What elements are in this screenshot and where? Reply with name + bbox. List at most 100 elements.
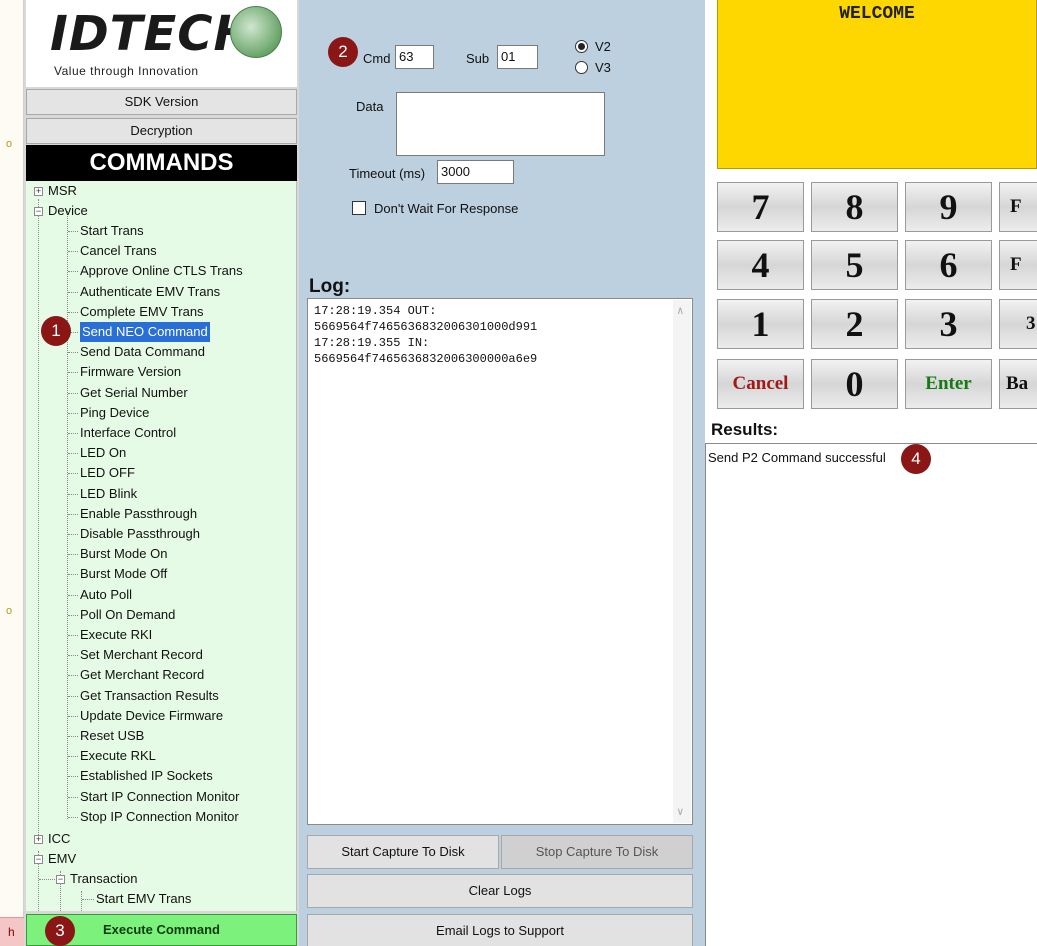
tree-item-led-on[interactable]: LED On xyxy=(80,443,126,463)
sub-input[interactable]: 01 xyxy=(497,45,538,69)
key-8[interactable]: 8 xyxy=(811,182,898,232)
expand-plus-icon[interactable]: + xyxy=(34,835,43,844)
tree-item-get-transaction-results[interactable]: Get Transaction Results xyxy=(80,686,219,706)
tree-item-transaction[interactable]: Transaction xyxy=(70,869,137,889)
data-textarea[interactable] xyxy=(396,92,605,156)
tree-item-poll-on-demand[interactable]: Poll On Demand xyxy=(80,605,175,625)
edge-tab-label: h xyxy=(8,925,15,939)
tree-item-send-neo-command[interactable]: Send NEO Command xyxy=(80,322,210,342)
tree-item-set-merchant-record[interactable]: Set Merchant Record xyxy=(80,645,203,665)
tree-connector xyxy=(68,776,78,778)
tree-item-established-ip-sockets[interactable]: Established IP Sockets xyxy=(80,766,213,786)
tree-item-disable-passthrough[interactable]: Disable Passthrough xyxy=(80,524,200,544)
tree-item-enable-passthrough[interactable]: Enable Passthrough xyxy=(80,504,197,524)
edge-tab[interactable]: h xyxy=(0,917,24,946)
tree-item-burst-mode-off[interactable]: Burst Mode Off xyxy=(80,564,167,584)
timeout-input[interactable]: 3000 xyxy=(437,160,514,184)
tree-connector xyxy=(68,493,78,495)
callout-badge: 4 xyxy=(901,444,931,474)
tree-connector xyxy=(68,352,78,354)
tree-connector xyxy=(68,574,78,576)
enter-key[interactable]: Enter xyxy=(905,359,992,409)
scroll-up-icon[interactable]: ∧ xyxy=(677,304,684,320)
key-f1[interactable]: F xyxy=(999,182,1037,232)
tree-item-execute-rkl[interactable]: Execute RKL xyxy=(80,746,156,766)
dont-wait-checkbox[interactable] xyxy=(352,201,366,215)
backspace-key[interactable]: Ba xyxy=(999,359,1037,409)
results-textarea[interactable]: Send P2 Command successful 4 xyxy=(705,443,1037,946)
tree-item-burst-mode-on[interactable]: Burst Mode On xyxy=(80,544,167,564)
tree-connector xyxy=(68,231,78,232)
decryption-button[interactable]: Decryption xyxy=(26,118,297,144)
key-6[interactable]: 6 xyxy=(905,240,992,290)
tree-item-authenticate-emv-trans[interactable]: Authenticate EMV Trans xyxy=(80,282,220,302)
scroll-down-icon[interactable]: ∨ xyxy=(677,805,684,821)
clear-logs-button[interactable]: Clear Logs xyxy=(307,874,693,908)
key-f2[interactable]: F xyxy=(999,240,1037,290)
cmd-input[interactable]: 63 xyxy=(395,45,434,69)
tree-item-get-merchant-record[interactable]: Get Merchant Record xyxy=(80,665,204,685)
left-panel: IDTECH Value through Innovation SDK Vers… xyxy=(24,0,319,946)
tree-item-start-trans[interactable]: Start Trans xyxy=(80,221,144,241)
tree-item-send-data-command[interactable]: Send Data Command xyxy=(80,342,205,362)
tree-item-execute-rki[interactable]: Execute RKI xyxy=(80,625,152,645)
v2-radio[interactable] xyxy=(575,40,588,53)
log-textarea[interactable]: 17:28:19.354 OUT: 5669564f74656368320063… xyxy=(307,298,693,825)
tree-item-icc[interactable]: ICC xyxy=(48,829,70,849)
tree-item-approve-online-ctls-trans[interactable]: Approve Online CTLS Trans xyxy=(80,261,243,281)
command-tree[interactable]: + MSR − Device + ICC − EMV − Transaction… xyxy=(26,181,297,911)
tree-connector xyxy=(68,473,78,475)
tree-item-auto-poll[interactable]: Auto Poll xyxy=(80,585,132,605)
key-1[interactable]: 1 xyxy=(717,299,804,349)
callout-badge: 1 xyxy=(41,316,71,346)
idtech-logo: IDTECH Value through Innovation xyxy=(26,0,297,87)
tree-item-stop-ip-connection-monitor[interactable]: Stop IP Connection Monitor xyxy=(80,807,239,827)
tree-item-reset-usb[interactable]: Reset USB xyxy=(80,726,144,746)
key-4[interactable]: 4 xyxy=(717,240,804,290)
key-2[interactable]: 2 xyxy=(811,299,898,349)
key-0[interactable]: 0 xyxy=(811,359,898,409)
key-f3[interactable]: 3 xyxy=(999,299,1037,349)
tree-item-cancel-trans[interactable]: Cancel Trans xyxy=(80,241,157,261)
tree-connector xyxy=(67,211,68,819)
collapse-minus-icon[interactable]: − xyxy=(56,875,65,884)
expand-plus-icon[interactable]: + xyxy=(34,187,43,196)
collapse-minus-icon[interactable]: − xyxy=(34,207,43,216)
keypad: 7 8 9 F 4 5 6 F 1 2 3 3 Cancel 0 Enter B… xyxy=(705,172,1037,415)
tree-item-emv[interactable]: EMV xyxy=(48,849,76,869)
tree-connector xyxy=(68,534,78,535)
tree-connector xyxy=(68,453,78,455)
tree-connector xyxy=(38,199,39,839)
tree-item-interface-control[interactable]: Interface Control xyxy=(80,423,176,443)
log-line: 5669564f7465636832006300000a6e9 xyxy=(314,352,538,366)
key-3[interactable]: 3 xyxy=(905,299,992,349)
email-logs-button[interactable]: Email Logs to Support xyxy=(307,914,693,946)
command-panel: 2 Cmd 63 Sub 01 V2 V3 Data Timeout (ms) … xyxy=(299,0,705,946)
stop-capture-button[interactable]: Stop Capture To Disk xyxy=(501,835,693,869)
tree-item-msr[interactable]: MSR xyxy=(48,181,77,201)
results-title: Results: xyxy=(711,420,779,439)
sdk-version-button[interactable]: SDK Version xyxy=(26,89,297,115)
tree-item-start-emv-trans[interactable]: Start EMV Trans xyxy=(96,889,191,909)
tree-item-complete-emv-trans[interactable]: Complete EMV Trans xyxy=(80,302,204,322)
collapse-minus-icon[interactable]: − xyxy=(34,855,43,864)
tree-connector xyxy=(68,695,78,697)
tree-item-led-blink[interactable]: LED Blink xyxy=(80,484,137,504)
tree-item-led-off[interactable]: LED OFF xyxy=(80,463,135,483)
tree-connector xyxy=(81,891,82,911)
tree-connector xyxy=(68,756,78,758)
tree-item-ping-device[interactable]: Ping Device xyxy=(80,403,149,423)
start-capture-button[interactable]: Start Capture To Disk xyxy=(307,835,499,869)
key-5[interactable]: 5 xyxy=(811,240,898,290)
log-scrollbar[interactable]: ∧ ∨ xyxy=(673,300,691,823)
tree-connector xyxy=(68,311,78,313)
tree-item-get-serial-number[interactable]: Get Serial Number xyxy=(80,383,188,403)
cancel-key[interactable]: Cancel xyxy=(717,359,804,409)
tree-item-firmware-version[interactable]: Firmware Version xyxy=(80,362,181,382)
key-9[interactable]: 9 xyxy=(905,182,992,232)
tree-item-start-ip-connection-monitor[interactable]: Start IP Connection Monitor xyxy=(80,787,239,807)
key-7[interactable]: 7 xyxy=(717,182,804,232)
tree-item-update-device-firmware[interactable]: Update Device Firmware xyxy=(80,706,223,726)
v3-radio[interactable] xyxy=(575,61,588,74)
tree-item-device[interactable]: Device xyxy=(48,201,88,221)
